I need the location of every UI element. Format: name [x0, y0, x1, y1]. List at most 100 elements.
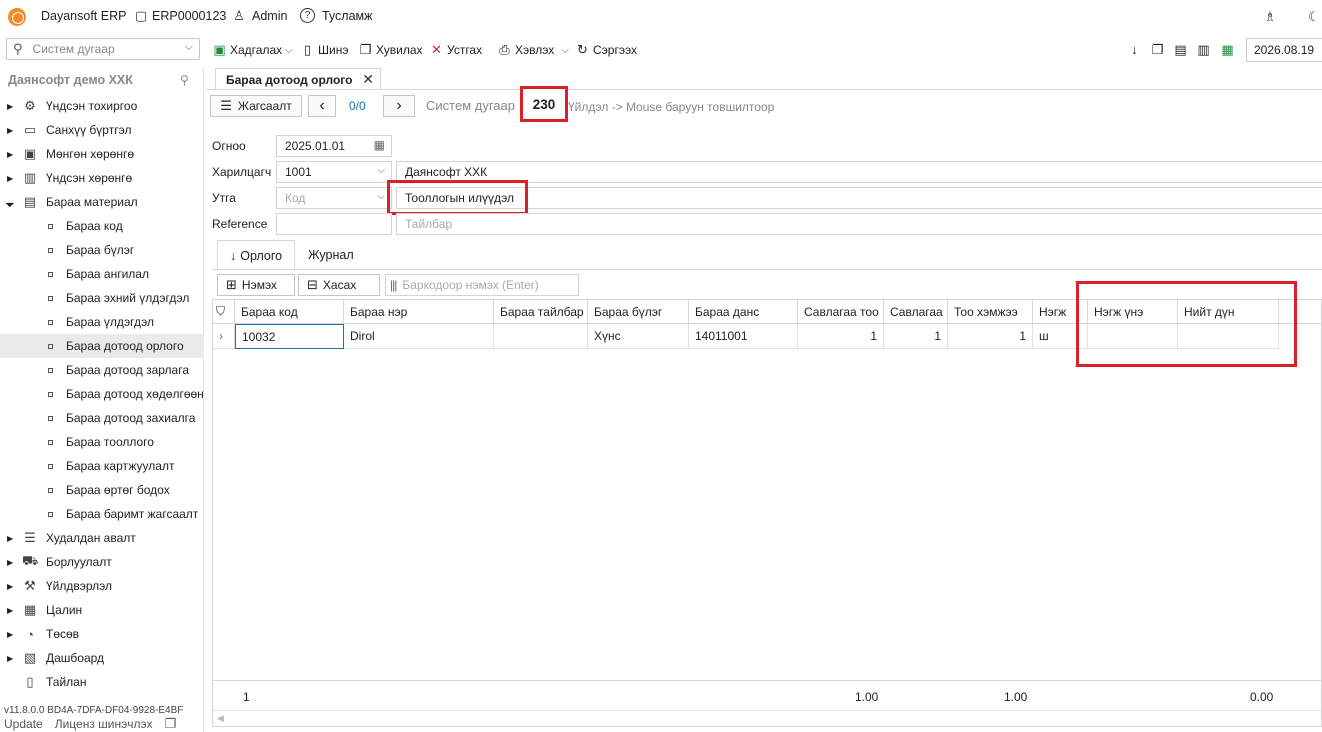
partner-code-select[interactable]: 1001 ⌵	[276, 161, 392, 183]
calendar-icon[interactable]: ▦	[374, 138, 385, 152]
previous-button[interactable]: ‹	[308, 95, 336, 117]
partner-name-field[interactable]: Даянсофт ХХК	[396, 161, 1322, 183]
system-search-input[interactable]: ⚲ Систем дугаар ⌵	[6, 38, 200, 60]
add-row-button[interactable]: ⊞ Нэмэх	[217, 274, 295, 296]
sidebar-child-item[interactable]: Бараа эхний үлдэгдэл	[0, 286, 204, 310]
column-header[interactable]: Бараа бүлэг	[588, 300, 689, 324]
user-name[interactable]: Admin	[252, 9, 287, 23]
note-input[interactable]: Тайлбар	[396, 213, 1322, 235]
sidebar-item-label: Үндсэн хөрөнгө	[46, 171, 133, 185]
database-name[interactable]: ERP0000123	[152, 9, 226, 23]
date-label: Огноо	[212, 139, 246, 153]
save-button[interactable]: ▣ Хадгалах ⌵	[212, 40, 292, 60]
sidebar-child-item[interactable]: Бараа дотоод захиалга	[0, 406, 204, 430]
sidebar-item-salary[interactable]: ▶ ▦ Цалин	[0, 598, 204, 622]
license-link[interactable]: Лиценз шинэчлэх	[55, 717, 153, 731]
delete-button[interactable]: ✕ Устгах	[429, 40, 482, 60]
sidebar-child-item[interactable]: Бараа код	[0, 214, 204, 238]
sidebar-child-item[interactable]: Бараа картжуулалт	[0, 454, 204, 478]
sidebar-child-item[interactable]: Бараа дотоод зарлага	[0, 358, 204, 382]
arrow-down-icon: ↓	[230, 248, 237, 263]
work-date[interactable]: 2026.08.19	[1246, 38, 1322, 62]
cell-pack[interactable]: 1	[884, 324, 948, 349]
accessibility-icon[interactable]: ♗	[1262, 9, 1278, 25]
chevron-down-icon: ⌵	[377, 191, 385, 202]
tab-income[interactable]: ↓ Орлого	[217, 240, 296, 270]
close-icon[interactable]: ✕	[362, 71, 374, 88]
reference-input[interactable]	[276, 213, 392, 235]
horizontal-scrollbar[interactable]: ◀	[213, 710, 1321, 726]
list-button[interactable]: ☰ Жагсаалт	[210, 95, 302, 117]
version-info: v11.8.0.0 BD4A-7DFA-DF04-9928-E4BF	[4, 705, 184, 716]
column-header[interactable]: Савлагаа тоо	[798, 300, 884, 324]
sidebar-item-dashboard[interactable]: ▶ ▧ Дашбоард	[0, 646, 204, 670]
document-tab[interactable]: Бараа дотоод орлого ✕	[215, 68, 381, 90]
sidebar-item-label: Тайлан	[46, 675, 87, 689]
purchase-icon: ☰	[24, 530, 36, 545]
cart-icon: ⛟	[22, 553, 39, 568]
sidebar-item-budget[interactable]: ▶ ◔ Төсөв	[0, 622, 204, 646]
update-link[interactable]: Update	[4, 717, 43, 731]
column-header[interactable]: Бараа нэр	[344, 300, 494, 324]
row-expand-icon[interactable]: ›	[213, 324, 235, 349]
expand-arrow-icon: ▶	[7, 149, 14, 159]
menu-icon: ☰	[220, 98, 232, 113]
tab-income-label: Орлого	[240, 248, 283, 263]
tab-journal[interactable]: Журнал	[296, 240, 366, 270]
help-link[interactable]: Тусламж	[322, 9, 373, 23]
dark-mode-icon[interactable]: ☾	[1306, 9, 1322, 25]
download-icon[interactable]: ↓	[1127, 42, 1142, 57]
date-input[interactable]: 2025.01.01 ▦	[276, 135, 392, 157]
ledger-icon: ▭	[23, 122, 37, 137]
sidebar-item-inventory[interactable]: ◢ ▤ Бараа материал	[0, 190, 204, 214]
clipboard-icon[interactable]: ▤	[1173, 42, 1188, 58]
column-header[interactable]: Бараа код	[235, 300, 344, 324]
refresh-button[interactable]: ↻ Сэргээх	[575, 40, 637, 60]
new-button[interactable]: ▯ Шинэ	[300, 40, 349, 60]
sidebar-item-settings[interactable]: ▶ ⚙ Үндсэн тохиргоо	[0, 94, 204, 118]
cell-item-account[interactable]: 14011001	[689, 324, 798, 349]
reason-code-select[interactable]: Код ⌵	[276, 187, 392, 209]
sidebar-item-purchase[interactable]: ▶ ☰ Худалдан авалт	[0, 526, 204, 550]
sidebar-item-production[interactable]: ▶ ⚒ Үйлдвэрлэл	[0, 574, 204, 598]
cell-item-code[interactable]: 10032	[235, 324, 344, 349]
next-button[interactable]: ›	[383, 95, 415, 117]
sidebar-child-item[interactable]: Бараа дотоод хөдөлгөөн	[0, 382, 204, 406]
barcode-placeholder: Баркодоор нэмэх (Enter)	[402, 278, 539, 292]
sidebar-child-item[interactable]: Бараа ангилал	[0, 262, 204, 286]
bullet-icon	[48, 439, 53, 445]
sidebar-item-finance[interactable]: ▶ ▭ Санхүү бүртгэл	[0, 118, 204, 142]
barcode-input[interactable]: ||| Баркодоор нэмэх (Enter)	[385, 274, 579, 296]
paste-icon[interactable]: ▥	[1196, 42, 1211, 58]
sidebar-child-item[interactable]: Бараа баримт жагсаалт	[0, 502, 204, 526]
sidebar-item-report[interactable]: ▯ Тайлан	[0, 670, 204, 694]
column-header[interactable]: Бараа тайлбар	[494, 300, 588, 324]
sidebar-item-cash[interactable]: ▶ ▣ Мөнгөн хөрөнгө	[0, 142, 204, 166]
copy-doc-icon[interactable]: ❐	[1150, 42, 1165, 58]
excel-icon[interactable]: ▦	[1220, 42, 1235, 58]
sidebar-child-item[interactable]: Бараа үлдэгдэл	[0, 310, 204, 334]
cell-pack-qty[interactable]: 1	[798, 324, 884, 349]
copy-icon[interactable]: ❐	[164, 716, 176, 732]
print-button[interactable]: ⎙ Хэвлэх ⌵	[497, 40, 569, 60]
sidebar-child-item[interactable]: Бараа бүлэг	[0, 238, 204, 262]
sidebar-item-fixed-assets[interactable]: ▶ ▥ Үндсэн хөрөнгө	[0, 166, 204, 190]
reason-text-field[interactable]: Тооллогын илүүдэл	[396, 187, 1322, 209]
sidebar-item-sales[interactable]: ▶ ⛟ Борлуулалт	[0, 550, 204, 574]
remove-row-button[interactable]: ⊟ Хасах	[298, 274, 380, 296]
sidebar-child-item[interactable]: Бараа тооллого	[0, 430, 204, 454]
column-header[interactable]: Савлагаа	[884, 300, 948, 324]
bullet-icon	[48, 319, 53, 325]
cell-item-group[interactable]: Хүнс	[588, 324, 689, 349]
sidebar-child-item-selected[interactable]: Бараа дотоод орлого	[0, 334, 204, 358]
filter-icon[interactable]: ⛉	[213, 300, 235, 324]
copy-button[interactable]: ❐ Хувилах	[358, 40, 423, 60]
sidebar-child-item[interactable]: Бараа өртөг бодох	[0, 478, 204, 502]
cell-item-description[interactable]	[494, 324, 588, 349]
cell-item-name[interactable]: Dirol	[344, 324, 494, 349]
scroll-left-icon[interactable]: ◀	[217, 713, 224, 724]
column-header[interactable]: Тоо хэмжээ	[948, 300, 1033, 324]
cell-quantity[interactable]: 1	[948, 324, 1033, 349]
column-header[interactable]: Бараа данс	[689, 300, 798, 324]
pin-icon[interactable]: ⚲	[180, 73, 189, 87]
